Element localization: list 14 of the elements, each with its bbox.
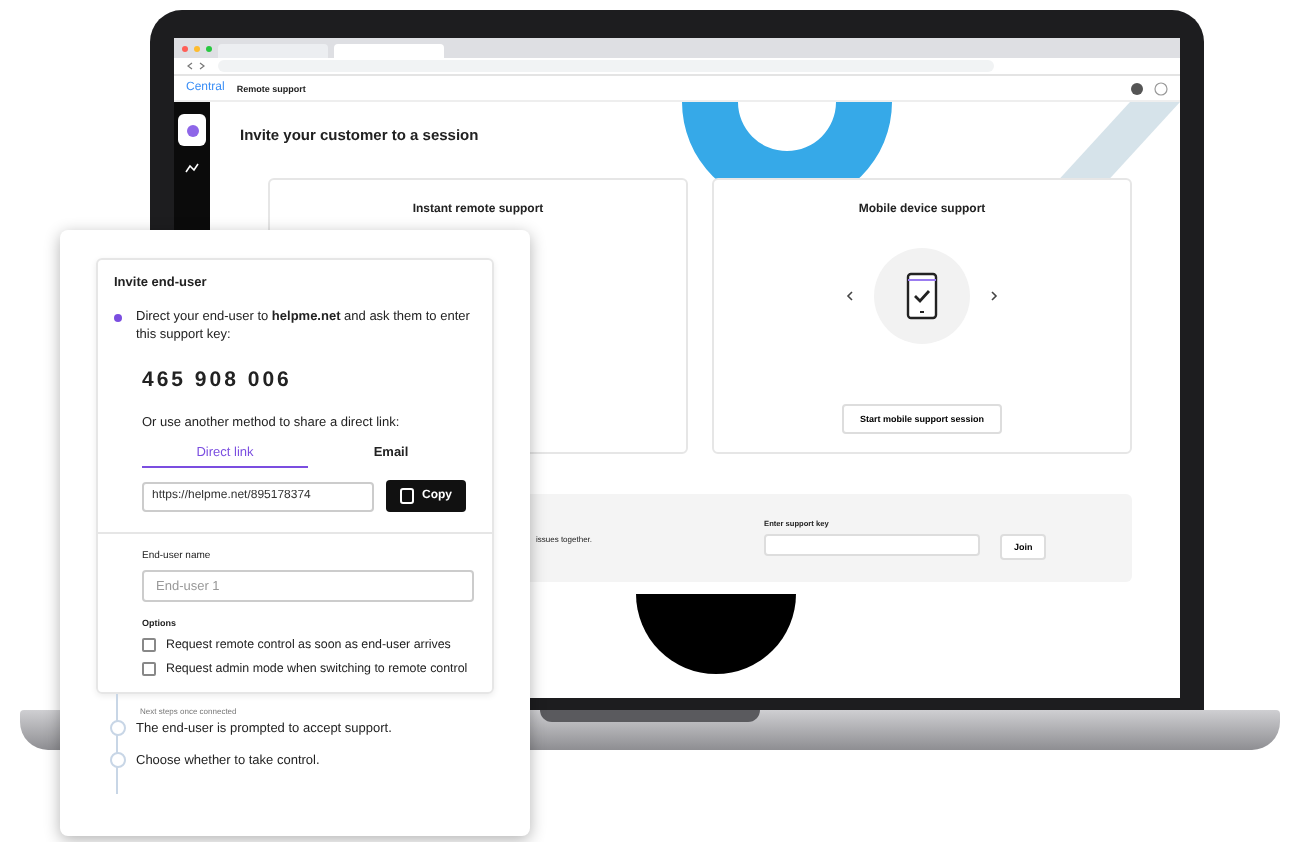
chart-icon[interactable] xyxy=(184,162,200,174)
navigation-icon[interactable] xyxy=(186,62,210,70)
copy-icon xyxy=(400,488,414,504)
chevron-left-icon[interactable] xyxy=(846,290,854,302)
support-key-field[interactable] xyxy=(764,534,981,556)
support-key: 465 908 006 xyxy=(142,368,476,392)
sidebar-item[interactable] xyxy=(178,114,206,146)
phone-checkmark-icon xyxy=(906,272,938,320)
checkbox[interactable] xyxy=(142,662,156,676)
step-bullet xyxy=(114,314,122,322)
support-icon xyxy=(185,123,199,137)
chevron-right-icon[interactable] xyxy=(990,290,998,302)
checkbox[interactable] xyxy=(142,638,156,652)
avatar-icon[interactable] xyxy=(1154,81,1168,95)
